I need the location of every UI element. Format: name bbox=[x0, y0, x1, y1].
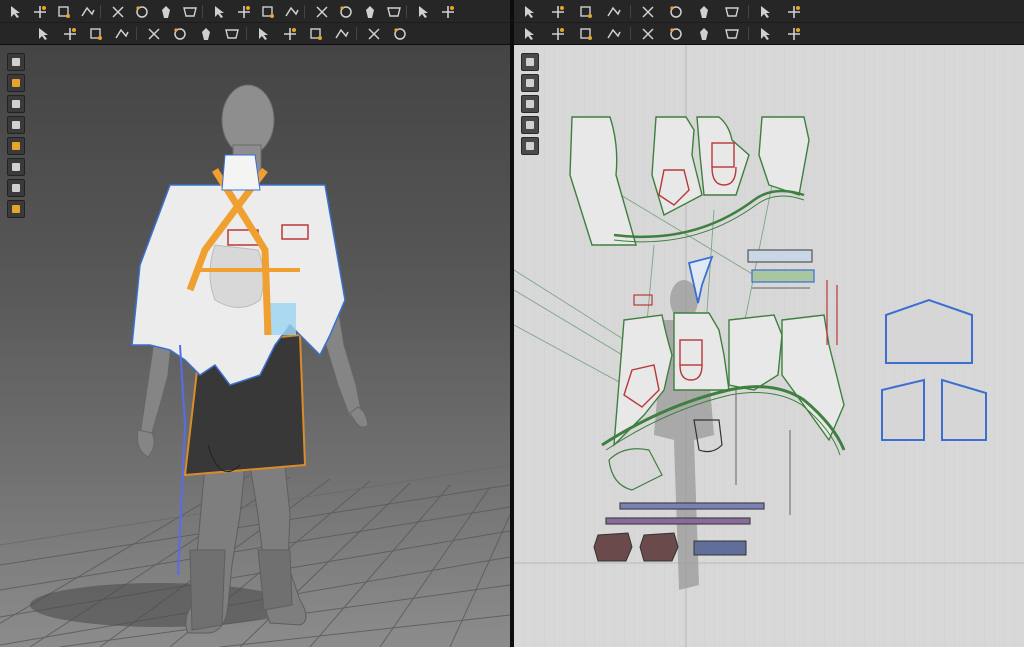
circle-icon[interactable] bbox=[668, 4, 684, 19]
toolbar-2d bbox=[514, 0, 1024, 45]
segment-sewing-icon[interactable] bbox=[578, 26, 594, 41]
elastic-icon[interactable] bbox=[198, 26, 214, 41]
toolbar-separator bbox=[406, 5, 407, 18]
select-move-icon[interactable] bbox=[32, 4, 48, 19]
pin-icon[interactable] bbox=[314, 4, 330, 19]
toolbar-3d bbox=[0, 0, 510, 45]
transform-pattern-icon[interactable] bbox=[522, 4, 538, 19]
annotation-icon[interactable] bbox=[724, 26, 740, 41]
free-stitch-icon[interactable] bbox=[440, 4, 456, 19]
toolbar-2d-row-2 bbox=[514, 22, 1024, 44]
polygon-icon[interactable] bbox=[134, 4, 150, 19]
edit-texture-icon[interactable] bbox=[640, 26, 656, 41]
edit-curvature-icon[interactable] bbox=[80, 4, 96, 19]
toolbar-separator bbox=[748, 5, 749, 18]
grid-snap-icon[interactable] bbox=[786, 4, 802, 19]
sidebar-2d bbox=[521, 53, 539, 158]
grid-icon[interactable] bbox=[758, 4, 774, 19]
toolbar-separator bbox=[136, 27, 137, 40]
circle-icon[interactable] bbox=[182, 4, 198, 19]
toolbar-3d-row-2 bbox=[0, 22, 510, 44]
polygon-icon[interactable] bbox=[606, 4, 622, 19]
arrange-icon[interactable] bbox=[366, 26, 382, 41]
avatar-pose-icon[interactable] bbox=[386, 4, 402, 19]
lock-icon[interactable] bbox=[521, 137, 539, 155]
mirror-icon[interactable] bbox=[696, 4, 712, 19]
display-avatar-icon[interactable] bbox=[7, 53, 25, 71]
layers-icon[interactable] bbox=[521, 116, 539, 134]
settings-icon[interactable] bbox=[521, 95, 539, 113]
fold-icon[interactable] bbox=[260, 4, 276, 19]
fold-view-icon[interactable] bbox=[7, 158, 25, 176]
select-mesh-icon[interactable] bbox=[522, 26, 538, 41]
fabric-color-icon[interactable] bbox=[7, 95, 25, 113]
toolbar-separator bbox=[356, 27, 357, 40]
toolbar-separator bbox=[630, 27, 631, 40]
toolbar-separator bbox=[202, 5, 203, 18]
scene-3d bbox=[0, 84, 510, 647]
pattern-window bbox=[514, 45, 1024, 647]
cut-icon[interactable] bbox=[284, 4, 300, 19]
rectangle-icon[interactable] bbox=[158, 4, 174, 19]
avatar-body-icon[interactable] bbox=[7, 116, 25, 134]
add-point-icon[interactable] bbox=[578, 4, 594, 19]
fold-arrange-icon[interactable] bbox=[256, 26, 272, 41]
zipper-icon[interactable] bbox=[696, 26, 712, 41]
brush-icon[interactable] bbox=[521, 53, 539, 71]
eye-icon[interactable] bbox=[521, 74, 539, 92]
rib-icon[interactable] bbox=[224, 26, 240, 41]
texture-view-icon[interactable] bbox=[7, 137, 25, 155]
buttonhole-icon[interactable] bbox=[62, 26, 78, 41]
toolbar-separator bbox=[748, 27, 749, 40]
free-sewing-icon[interactable] bbox=[606, 26, 622, 41]
toolbar-separator bbox=[100, 5, 101, 18]
skin-icon[interactable] bbox=[7, 179, 25, 197]
avatar-shadow bbox=[30, 583, 290, 627]
topstitch-icon[interactable] bbox=[668, 26, 684, 41]
rectangle-icon[interactable] bbox=[640, 4, 656, 19]
zipper-icon[interactable] bbox=[88, 26, 104, 41]
trace-icon[interactable] bbox=[236, 4, 252, 19]
texture-icon[interactable] bbox=[308, 26, 324, 41]
toolbar-2d-row-1 bbox=[514, 1, 1024, 22]
edit-curve-icon[interactable] bbox=[550, 26, 566, 41]
toolbar-separator bbox=[630, 5, 631, 18]
segment-line-icon[interactable] bbox=[110, 4, 126, 19]
stitch-icon[interactable] bbox=[416, 4, 432, 19]
trace-avatar-icon[interactable] bbox=[724, 4, 740, 19]
topstitch-icon[interactable] bbox=[146, 26, 162, 41]
tack-icon[interactable] bbox=[338, 4, 354, 19]
shirring-icon[interactable] bbox=[172, 26, 188, 41]
button-icon[interactable] bbox=[36, 26, 52, 41]
toolbar-separator bbox=[246, 27, 247, 40]
viewport-2d[interactable] bbox=[514, 45, 1024, 647]
transform-point-icon[interactable] bbox=[56, 4, 72, 19]
show-garment-icon[interactable] bbox=[7, 74, 25, 92]
globe-icon[interactable] bbox=[7, 200, 25, 218]
toolbar-3d-row-1 bbox=[0, 1, 510, 22]
toolbar-separator bbox=[304, 5, 305, 18]
align-icon[interactable] bbox=[392, 26, 408, 41]
measure-icon[interactable] bbox=[282, 26, 298, 41]
measure-icon[interactable] bbox=[758, 26, 774, 41]
arrange-icon[interactable] bbox=[786, 26, 802, 41]
transform-pattern-icon[interactable] bbox=[8, 4, 24, 19]
avatar-measure-icon[interactable] bbox=[362, 4, 378, 19]
puckering-icon[interactable] bbox=[114, 26, 130, 41]
sidebar-3d bbox=[7, 53, 25, 221]
graphic-icon[interactable] bbox=[334, 26, 350, 41]
edit-point-icon[interactable] bbox=[550, 4, 566, 19]
viewport-3d[interactable] bbox=[0, 45, 510, 647]
internal-line-icon[interactable] bbox=[212, 4, 228, 19]
